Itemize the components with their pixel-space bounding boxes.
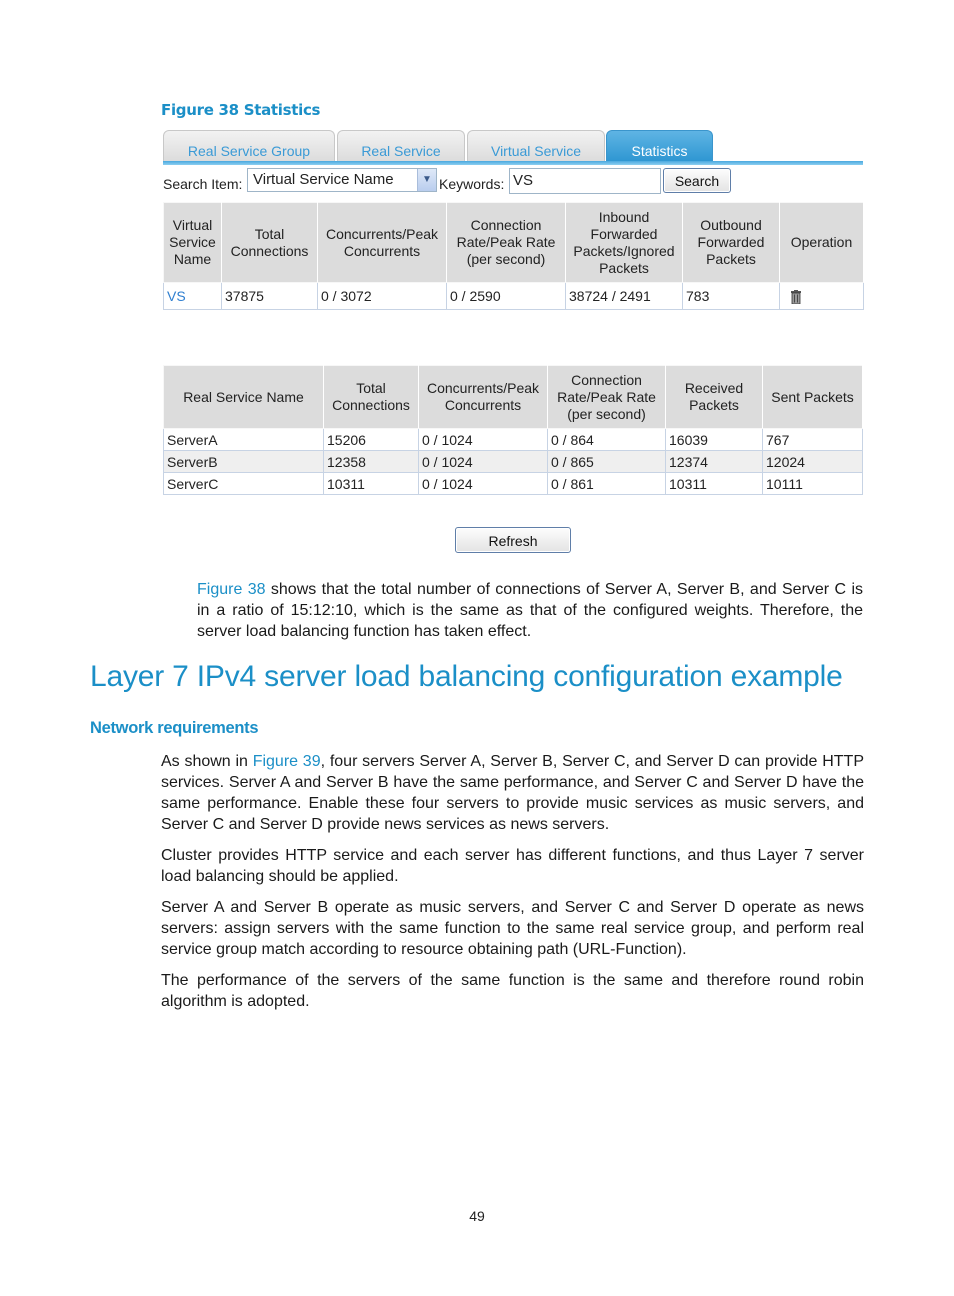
col-header: Total Connections xyxy=(323,365,419,429)
tab-statistics[interactable]: Statistics xyxy=(606,130,713,161)
requirements-paragraph-4: The performance of the servers of the sa… xyxy=(161,972,864,1010)
table-header-row: Real Service Name Total Connections Conc… xyxy=(163,365,863,429)
section-heading: Layer 7 IPv4 server load balancing confi… xyxy=(90,660,843,693)
search-row: Search Item: Virtual Service Name ▼ Keyw… xyxy=(163,168,863,194)
cell-inbound: 38724 / 2491 xyxy=(565,282,683,310)
table-row: VS 37875 0 / 3072 0 / 2590 38724 / 2491 … xyxy=(163,282,864,310)
col-header: Sent Packets xyxy=(762,365,863,429)
requirements-paragraph-2: Cluster provides HTTP service and each s… xyxy=(161,847,864,885)
table-row: ServerC 10311 0 / 1024 0 / 861 10311 101… xyxy=(163,472,863,495)
search-item-value: Virtual Service Name xyxy=(253,171,394,188)
figure-38-link[interactable]: Figure 38 xyxy=(197,581,266,598)
col-header: Connection Rate/Peak Rate (per second) xyxy=(547,365,666,429)
cell-concurrents: 0 / 1024 xyxy=(418,472,548,495)
cell-rate: 0 / 861 xyxy=(547,472,666,495)
cell-received: 12374 xyxy=(665,450,763,473)
col-header: Outbound Forwarded Packets xyxy=(682,202,780,283)
cell-received: 16039 xyxy=(665,428,763,451)
cell-total: 37875 xyxy=(221,282,318,310)
tab-virtual-service[interactable]: Virtual Service xyxy=(467,130,605,161)
table-header-row: Virtual Service Name Total Connections C… xyxy=(163,202,864,283)
col-header: Virtual Service Name xyxy=(163,202,222,283)
cell-rate: 0 / 2590 xyxy=(446,282,566,310)
cell-total: 12358 xyxy=(323,450,419,473)
col-header: Concurrents/Peak Concurrents xyxy=(317,202,447,283)
virtual-service-link[interactable]: VS xyxy=(167,288,186,304)
col-header: Connection Rate/Peak Rate (per second) xyxy=(446,202,566,283)
requirements-paragraph-3: Server A and Server B operate as music s… xyxy=(161,899,864,958)
cell-concurrents: 0 / 1024 xyxy=(418,428,548,451)
refresh-button[interactable]: Refresh xyxy=(455,527,571,553)
keywords-label: Keywords: xyxy=(439,176,505,192)
cell-sent: 767 xyxy=(762,428,863,451)
paragraph-text: shows that the total number of connectio… xyxy=(197,581,863,640)
tab-real-service[interactable]: Real Service xyxy=(337,130,465,161)
virtual-service-stats-table: Virtual Service Name Total Connections C… xyxy=(163,202,864,310)
figure-39-link[interactable]: Figure 39 xyxy=(253,753,321,770)
cell-total: 15206 xyxy=(323,428,419,451)
cell-concurrents: 0 / 3072 xyxy=(317,282,447,310)
search-item-label: Search Item: xyxy=(163,176,243,192)
search-item-select[interactable]: Virtual Service Name ▼ xyxy=(247,168,437,192)
cell-received: 10311 xyxy=(665,472,763,495)
subsection-heading: Network requirements xyxy=(90,719,259,737)
col-header: Concurrents/Peak Concurrents xyxy=(418,365,548,429)
col-header: Received Packets xyxy=(665,365,763,429)
paragraph-text: As shown in xyxy=(161,753,253,770)
col-header: Operation xyxy=(779,202,864,283)
cell-rate: 0 / 864 xyxy=(547,428,666,451)
cell-operation xyxy=(779,282,864,310)
page-number: 49 xyxy=(469,1208,485,1224)
cell-name: ServerA xyxy=(163,428,324,451)
requirements-paragraph-1: As shown in Figure 39, four servers Serv… xyxy=(161,751,864,835)
chevron-down-icon[interactable]: ▼ xyxy=(417,169,436,191)
search-button[interactable]: Search xyxy=(663,168,731,193)
table-row: ServerB 12358 0 / 1024 0 / 865 12374 120… xyxy=(163,450,863,473)
col-header: Inbound Forwarded Packets/Ignored Packet… xyxy=(565,202,683,283)
cell-total: 10311 xyxy=(323,472,419,495)
cell-name: ServerC xyxy=(163,472,324,495)
table-row: ServerA 15206 0 / 1024 0 / 864 16039 767 xyxy=(163,428,863,451)
tab-bar: Real Service Group Real Service Virtual … xyxy=(163,130,863,166)
cell-sent: 10111 xyxy=(762,472,863,495)
figure-caption: Figure 38 Statistics xyxy=(161,101,321,119)
cell-outbound: 783 xyxy=(682,282,780,310)
trash-icon[interactable] xyxy=(791,289,801,304)
keywords-input[interactable]: VS xyxy=(509,168,661,194)
cell-name: ServerB xyxy=(163,450,324,473)
col-header: Total Connections xyxy=(221,202,318,283)
col-header: Real Service Name xyxy=(163,365,324,429)
cell-concurrents: 0 / 1024 xyxy=(418,450,548,473)
real-service-stats-table: Real Service Name Total Connections Conc… xyxy=(163,365,863,495)
cell-rate: 0 / 865 xyxy=(547,450,666,473)
tab-underline xyxy=(163,161,863,165)
figure-explanation-paragraph: Figure 38 shows that the total number of… xyxy=(197,579,863,642)
tab-real-service-group[interactable]: Real Service Group xyxy=(163,130,335,161)
cell-sent: 12024 xyxy=(762,450,863,473)
